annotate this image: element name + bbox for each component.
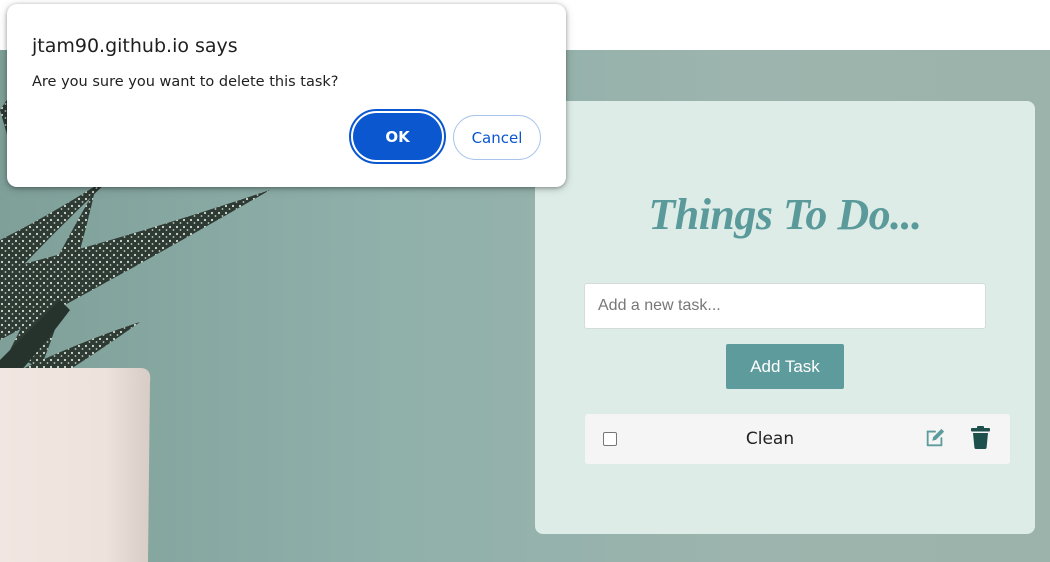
ok-button[interactable]: OK — [353, 113, 442, 160]
edit-icon[interactable] — [924, 427, 946, 449]
todo-title: Things To Do... — [648, 190, 922, 239]
cancel-button[interactable]: Cancel — [453, 115, 541, 160]
add-task-button[interactable]: Add Task — [726, 344, 844, 389]
task-label: Clean — [745, 429, 795, 449]
task-checkbox[interactable] — [603, 432, 617, 446]
trash-icon[interactable] — [971, 426, 990, 449]
new-task-input[interactable] — [584, 283, 986, 329]
dialog-message: Are you sure you want to delete this tas… — [32, 74, 339, 90]
task-item: Clean — [585, 414, 1010, 464]
todo-card: Things To Do... Add Task Clean — [535, 101, 1035, 534]
dialog-title: jtam90.github.io says — [32, 35, 238, 57]
confirm-dialog: jtam90.github.io says Are you sure you w… — [7, 4, 566, 187]
